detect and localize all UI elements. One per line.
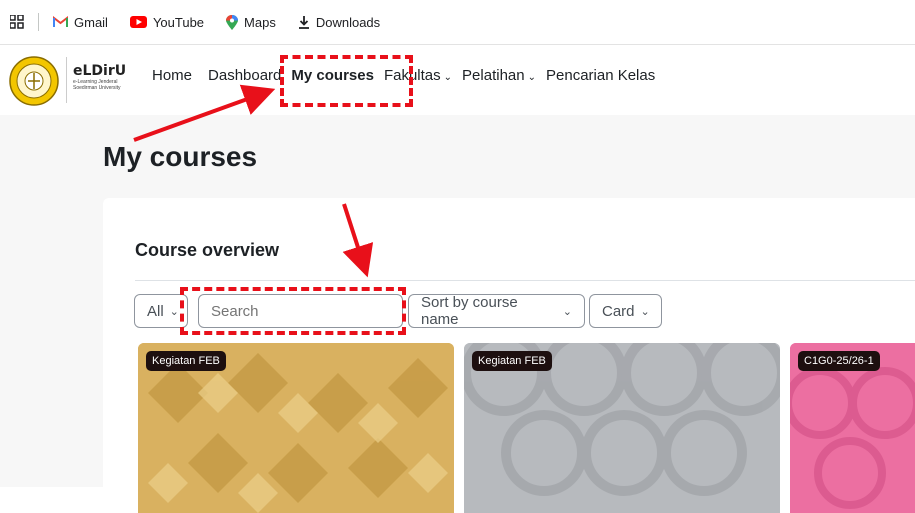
youtube-icon — [129, 16, 147, 28]
nav-pelatihan-label: Pelatihan — [462, 67, 525, 84]
annotation-highlight-my-courses — [280, 55, 413, 107]
filter-value: All — [147, 302, 164, 320]
course-card[interactable]: Kegiatan FEB — [464, 343, 780, 513]
view-dropdown[interactable]: Card ⌄ — [589, 294, 662, 328]
course-category-badge: Kegiatan FEB — [472, 351, 552, 371]
bookmarks-bar: Gmail YouTube Maps Downloads — [0, 0, 915, 44]
chevron-down-icon: ⌄ — [443, 72, 453, 83]
download-icon — [298, 15, 309, 29]
bookmark-label: YouTube — [152, 14, 205, 30]
bookmark-downloads[interactable]: Downloads — [298, 15, 380, 30]
bookmark-label: Gmail — [74, 14, 108, 30]
bookmark-separator — [38, 13, 39, 31]
sort-dropdown[interactable]: Sort by course name ⌄ — [408, 294, 585, 328]
nav-pelatihan[interactable]: Pelatihan ⌄ — [462, 67, 536, 84]
bookmark-label: Downloads — [315, 14, 381, 30]
course-card[interactable]: C1G0-25/26-1 — [790, 343, 915, 513]
nav-dashboard[interactable]: Dashboard — [208, 67, 281, 84]
divider — [135, 280, 915, 281]
page-content: My courses Course overview All ⌄ Sort by… — [0, 115, 915, 513]
nav-home[interactable]: Home — [152, 67, 192, 84]
chevron-down-icon: ⌄ — [640, 305, 650, 318]
bookmark-youtube[interactable]: YouTube — [129, 14, 205, 30]
chevron-down-icon: ⌄ — [169, 305, 179, 318]
brand[interactable]: eLDirU e-Learning Jenderal Soedirman Uni… — [66, 57, 133, 103]
course-category-badge: C1G0-25/26-1 — [798, 351, 880, 371]
annotation-highlight-search — [180, 287, 406, 335]
sort-value: Sort by course name — [421, 294, 518, 328]
page-title: My courses — [103, 141, 258, 172]
nav-pencarian-kelas[interactable]: Pencarian Kelas — [546, 67, 655, 84]
course-overview-panel: Course overview All ⌄ Sort by course nam… — [103, 198, 915, 513]
view-value: Card — [602, 302, 635, 320]
brand-subtitle: e-Learning Jenderal Soedirman University — [73, 79, 121, 91]
bookmark-gmail[interactable]: Gmail — [53, 15, 108, 30]
brand-name: eLDirU — [73, 63, 127, 79]
chevron-down-icon: ⌄ — [527, 72, 536, 83]
course-card[interactable]: Kegiatan FEB — [138, 343, 454, 513]
maps-icon — [226, 14, 239, 30]
apps-grid-icon[interactable] — [10, 15, 24, 29]
course-overview-title: Course overview — [135, 240, 280, 260]
course-category-badge: Kegiatan FEB — [146, 351, 226, 371]
chevron-down-icon: ⌄ — [562, 305, 572, 318]
gmail-icon — [53, 16, 68, 27]
site-navbar: eLDirU e-Learning Jenderal Soedirman Uni… — [0, 44, 915, 116]
bookmark-label: Maps — [244, 14, 276, 30]
university-seal-logo[interactable] — [8, 55, 60, 107]
bookmark-maps[interactable]: Maps — [226, 14, 276, 30]
